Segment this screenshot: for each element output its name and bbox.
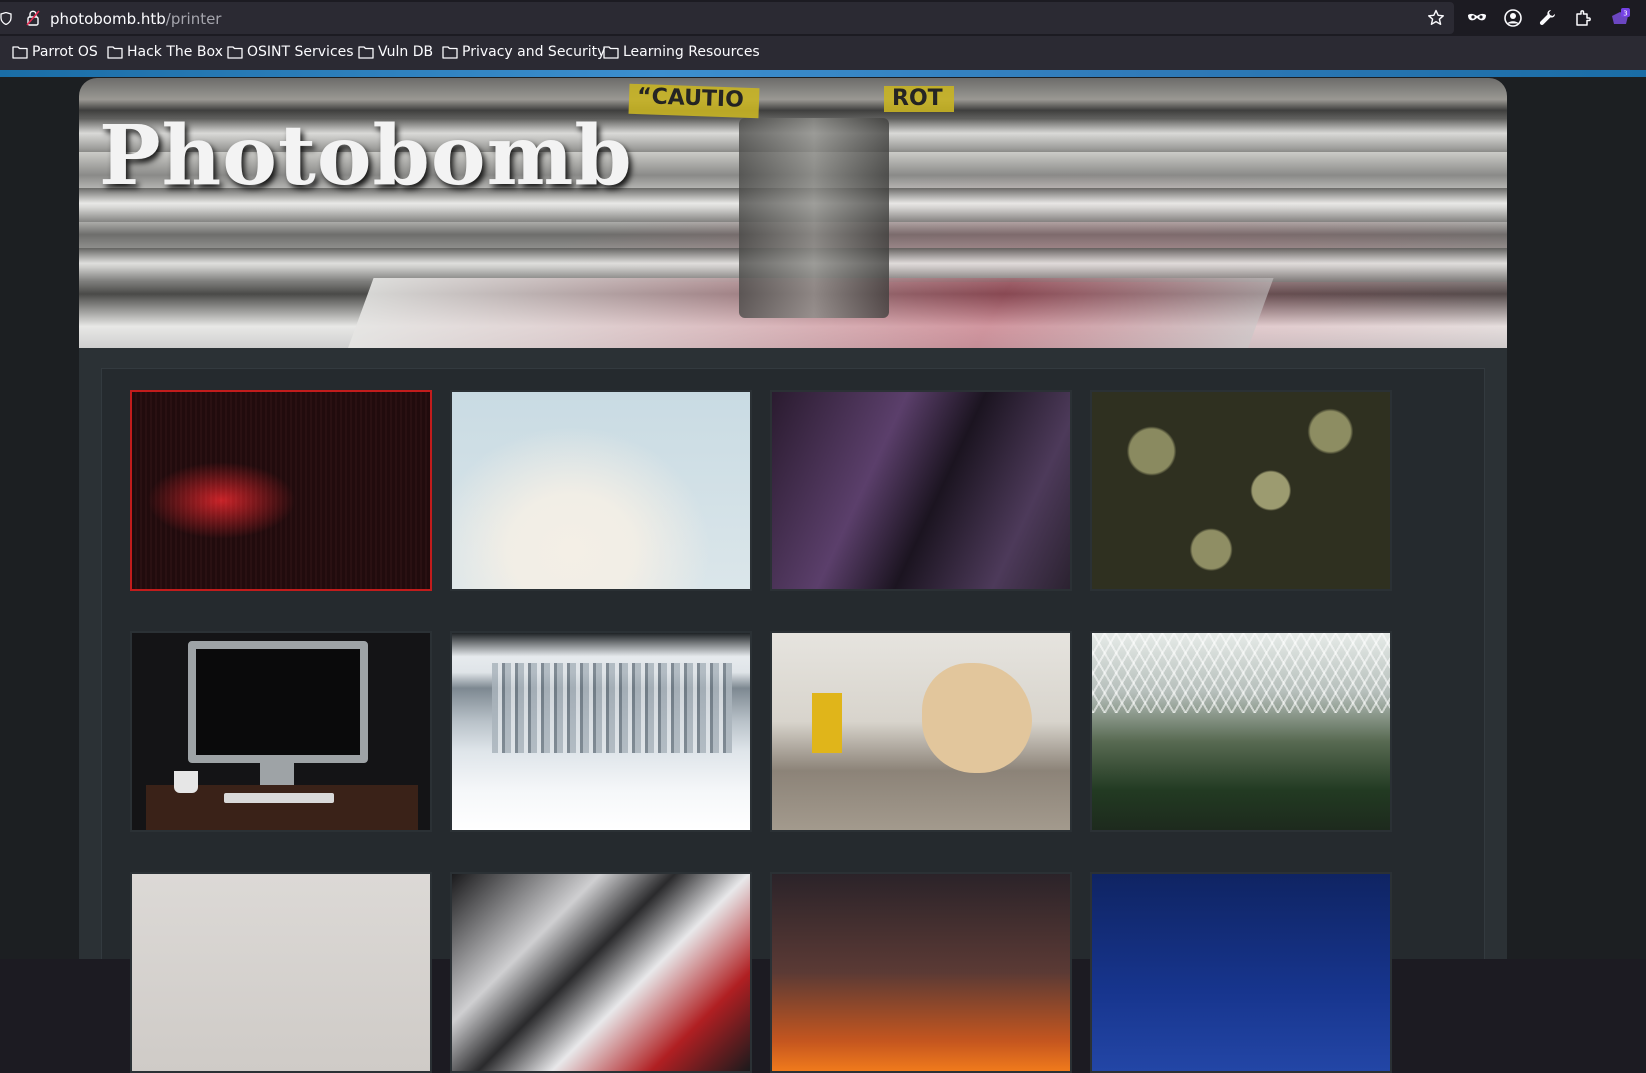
bookmark-folder-privacy-and-security[interactable]: Privacy and Security [442,44,605,60]
page-title: Photobomb [99,108,633,204]
gallery-image-6[interactable] [450,631,752,832]
mask-icon[interactable] [1467,8,1487,28]
bookmark-folder-osint-services[interactable]: OSINT Services [227,44,354,60]
bookmark-label: OSINT Services [247,44,354,60]
gallery-image-7[interactable] [770,631,1072,832]
guitar-body-shape [922,663,1032,773]
folder-icon [107,46,123,59]
caution-sign-text: “CAUTIO [636,84,745,113]
gallery-image-3[interactable] [770,390,1072,591]
monitor-stand-shape [260,763,294,785]
page-content: “CAUTIO ROT Photobomb [0,77,1646,1073]
cup-shape [174,771,198,793]
gallery-image-2[interactable] [450,390,752,591]
folder-icon [358,46,374,59]
bookmark-label: Privacy and Security [462,44,606,60]
bookmark-label: Vuln DB [378,44,434,60]
bookmark-folder-hack-the-box[interactable]: Hack The Box [107,44,223,60]
monitor-shape [188,641,368,763]
url-text[interactable]: photobomb.htb/printer [50,10,221,28]
gallery-image-12[interactable] [1090,872,1392,1073]
bookmarks-toolbar: Parrot OS Hack The Box OSINT Services Vu… [0,36,1646,70]
bookmark-label: Parrot OS [32,44,98,60]
bookmark-folder-learning-resources[interactable]: Learning Resources [603,44,760,60]
extension-badge-count: 3 [1623,10,1627,18]
gallery-image-9[interactable] [130,872,432,1073]
waterfall-shape [492,663,732,753]
gallery-image-4[interactable] [1090,390,1392,591]
account-icon[interactable] [1503,8,1523,28]
address-bar[interactable]: photobomb.htb/printer [0,2,1454,34]
page-load-progress-bar [0,70,1646,77]
bookmark-folder-vuln-db[interactable]: Vuln DB [358,44,433,60]
url-host: photobomb.htb [50,10,166,28]
gallery-image-1[interactable] [130,390,432,591]
keyboard-shape [224,793,334,803]
folder-icon [12,46,28,59]
bookmark-label: Learning Resources [623,44,760,60]
folder-icon [603,46,619,59]
bookmark-label: Hack The Box [127,44,223,60]
url-path: /printer [165,10,222,28]
tracking-protection-icon[interactable] [0,12,12,25]
wrench-icon[interactable] [1538,8,1558,28]
image-gallery [79,348,1507,1073]
bookmark-star-icon[interactable] [1427,9,1445,27]
gallery-image-5[interactable] [130,631,432,832]
folder-icon [442,46,458,59]
gallery-image-11[interactable] [770,872,1072,1073]
drill-shape [812,693,842,753]
gallery-grid [101,368,1485,1073]
gallery-image-10[interactable] [450,872,752,1073]
bookmark-folder-parrot-os[interactable]: Parrot OS [12,44,98,60]
greenhouse-roof-shape [1092,633,1390,713]
site-security-icon[interactable] [26,10,40,26]
folder-icon [227,46,243,59]
header-banner: “CAUTIO ROT Photobomb [79,78,1507,348]
extensions-icon[interactable] [1574,8,1594,28]
warning-sign: ROT [884,86,954,112]
caution-sign: “CAUTIO [628,83,760,119]
warning-sign-text: ROT [892,86,943,111]
browser-toolbar: photobomb.htb/printer 3 [0,0,1646,36]
gallery-image-8[interactable] [1090,631,1392,832]
extension-badge-icon[interactable]: 3 [1610,8,1630,28]
printer-mechanism [739,118,889,318]
